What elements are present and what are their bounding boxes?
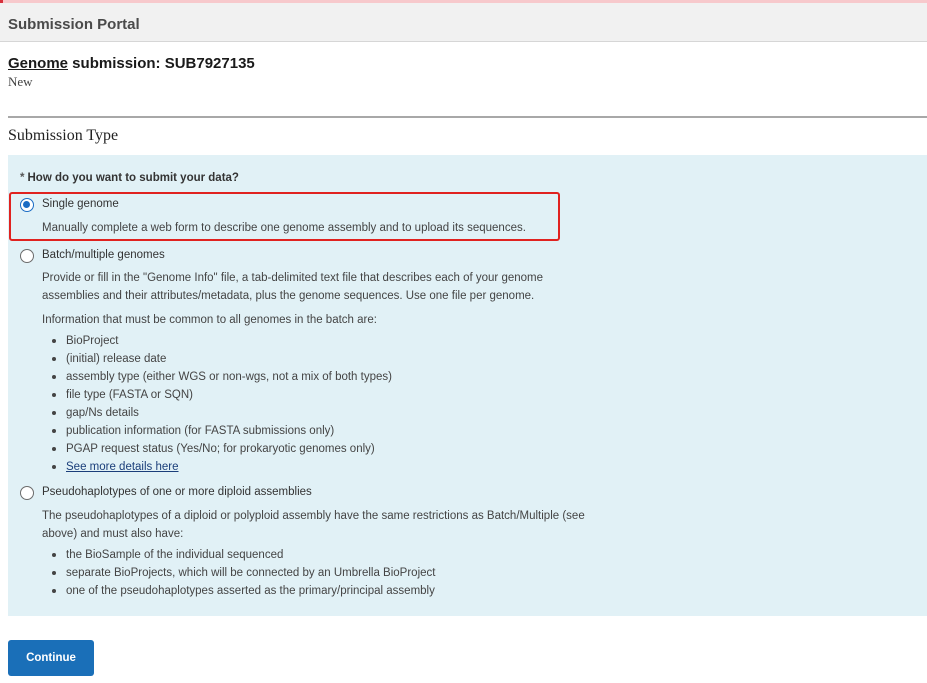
list-item-link: See more details here bbox=[52, 458, 392, 476]
question-label: * How do you want to submit your data? bbox=[20, 172, 239, 184]
submission-title: Genome submission: SUB7927135 bbox=[8, 55, 255, 72]
list-item: gap/Ns details bbox=[52, 404, 392, 422]
portal-title: Submission Portal bbox=[8, 16, 140, 33]
see-more-details-link[interactable]: See more details here bbox=[66, 461, 179, 473]
list-item: assembly type (either WGS or non-wgs, no… bbox=[52, 368, 392, 386]
option-label-batch-multiple-genomes[interactable]: Batch/multiple genomes bbox=[42, 249, 165, 261]
list-item: PGAP request status (Yes/No; for prokary… bbox=[52, 440, 392, 458]
submission-id: submission: SUB7927135 bbox=[68, 55, 255, 72]
option-desc-pseudo-line-1: The pseudohaplotypes of a diploid or pol… bbox=[42, 510, 585, 522]
list-item: file type (FASTA or SQN) bbox=[52, 386, 392, 404]
divider bbox=[8, 116, 927, 118]
radio-batch-multiple-genomes[interactable] bbox=[20, 249, 34, 263]
required-marker: * bbox=[20, 172, 25, 184]
option-desc-single-genome: Manually complete a web form to describe… bbox=[42, 222, 526, 234]
section-heading: Submission Type bbox=[8, 127, 119, 144]
portal-header: Submission Portal bbox=[0, 3, 927, 42]
radio-single-genome[interactable] bbox=[20, 198, 34, 212]
batch-requirements-list: BioProject (initial) release date assemb… bbox=[52, 332, 392, 476]
pseudohaplotype-requirements-list: the BioSample of the individual sequence… bbox=[52, 546, 435, 600]
list-item: (initial) release date bbox=[52, 350, 392, 368]
submission-status: New bbox=[8, 74, 33, 89]
option-label-single-genome[interactable]: Single genome bbox=[42, 198, 119, 210]
list-item: separate BioProjects, which will be conn… bbox=[52, 564, 435, 582]
list-item: BioProject bbox=[52, 332, 392, 350]
option-label-pseudohaplotypes[interactable]: Pseudohaplotypes of one or more diploid … bbox=[42, 486, 312, 498]
list-item: one of the pseudohaplotypes asserted as … bbox=[52, 582, 435, 600]
option-desc-batch-line-2: assemblies and their attributes/metadata… bbox=[42, 290, 535, 302]
question-text: How do you want to submit your data? bbox=[27, 172, 239, 184]
continue-button[interactable]: Continue bbox=[8, 640, 94, 676]
submission-type-link[interactable]: Genome bbox=[8, 55, 68, 72]
radio-pseudohaplotypes[interactable] bbox=[20, 486, 34, 500]
option-desc-batch-line-1: Provide or fill in the "Genome Info" fil… bbox=[42, 272, 544, 284]
option-desc-pseudo-line-2: above) and must also have: bbox=[42, 528, 184, 540]
list-item: the BioSample of the individual sequence… bbox=[52, 546, 435, 564]
list-item: publication information (for FASTA submi… bbox=[52, 422, 392, 440]
option-desc-batch-line-3: Information that must be common to all g… bbox=[42, 314, 377, 326]
